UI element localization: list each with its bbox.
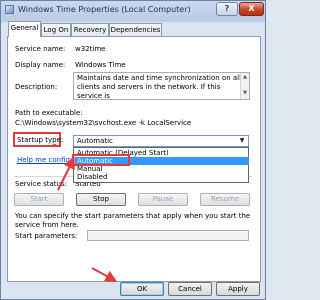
start-button[interactable]: Start [14,193,64,206]
cancel-button[interactable]: Cancel [168,282,212,296]
service-status-label: Service status: [15,180,67,188]
path-label: Path to executable: [15,109,83,117]
description-box[interactable]: Maintains date and time synchronization … [73,72,250,100]
path-value: C:\Windows\system32\svchost.exe -k Local… [15,119,192,127]
title-bar[interactable]: Windows Time Properties (Local Computer)… [1,1,265,19]
resume-button[interactable]: Resume [200,193,250,206]
service-name-value: w32time [75,45,106,53]
window-title: Windows Time Properties (Local Computer) [18,5,191,14]
display-name-value: Windows Time [75,61,126,69]
tab-dependencies[interactable]: Dependencies [109,23,162,36]
start-params-label: Start parameters: [15,232,78,240]
option-manual[interactable]: Manual [75,165,249,173]
start-params-text: You can specify the start parameters tha… [15,212,251,229]
close-button[interactable]: X [239,2,264,16]
description-label: Description: [15,83,58,91]
chevron-down-icon[interactable]: ▼ [237,137,247,145]
option-disabled[interactable]: Disabled [75,173,249,181]
start-params-input[interactable] [87,230,249,241]
display-name-label: Display name: [15,61,66,69]
stop-button[interactable]: Stop [76,193,126,206]
description-scrollbar[interactable]: ▲ ▼ [240,73,249,99]
pause-button[interactable]: Pause [138,193,188,206]
automatic-option-highlight [72,154,130,166]
apply-button[interactable]: Apply [216,282,260,296]
startup-type-select[interactable]: Automatic ▼ [73,135,249,147]
help-button[interactable]: ? [216,2,238,16]
description-text: Maintains date and time synchronization … [77,74,242,100]
startup-type-label: Startup typ̲e: [17,136,64,144]
tab-log-on[interactable]: Log On [41,23,71,36]
startup-type-value: Automatic [77,137,113,145]
tab-recovery[interactable]: Recovery [71,23,109,36]
service-name-label: Service name: [15,45,66,53]
tab-general[interactable]: General [8,21,41,37]
service-icon [5,5,14,14]
ok-button[interactable]: OK [120,282,164,296]
